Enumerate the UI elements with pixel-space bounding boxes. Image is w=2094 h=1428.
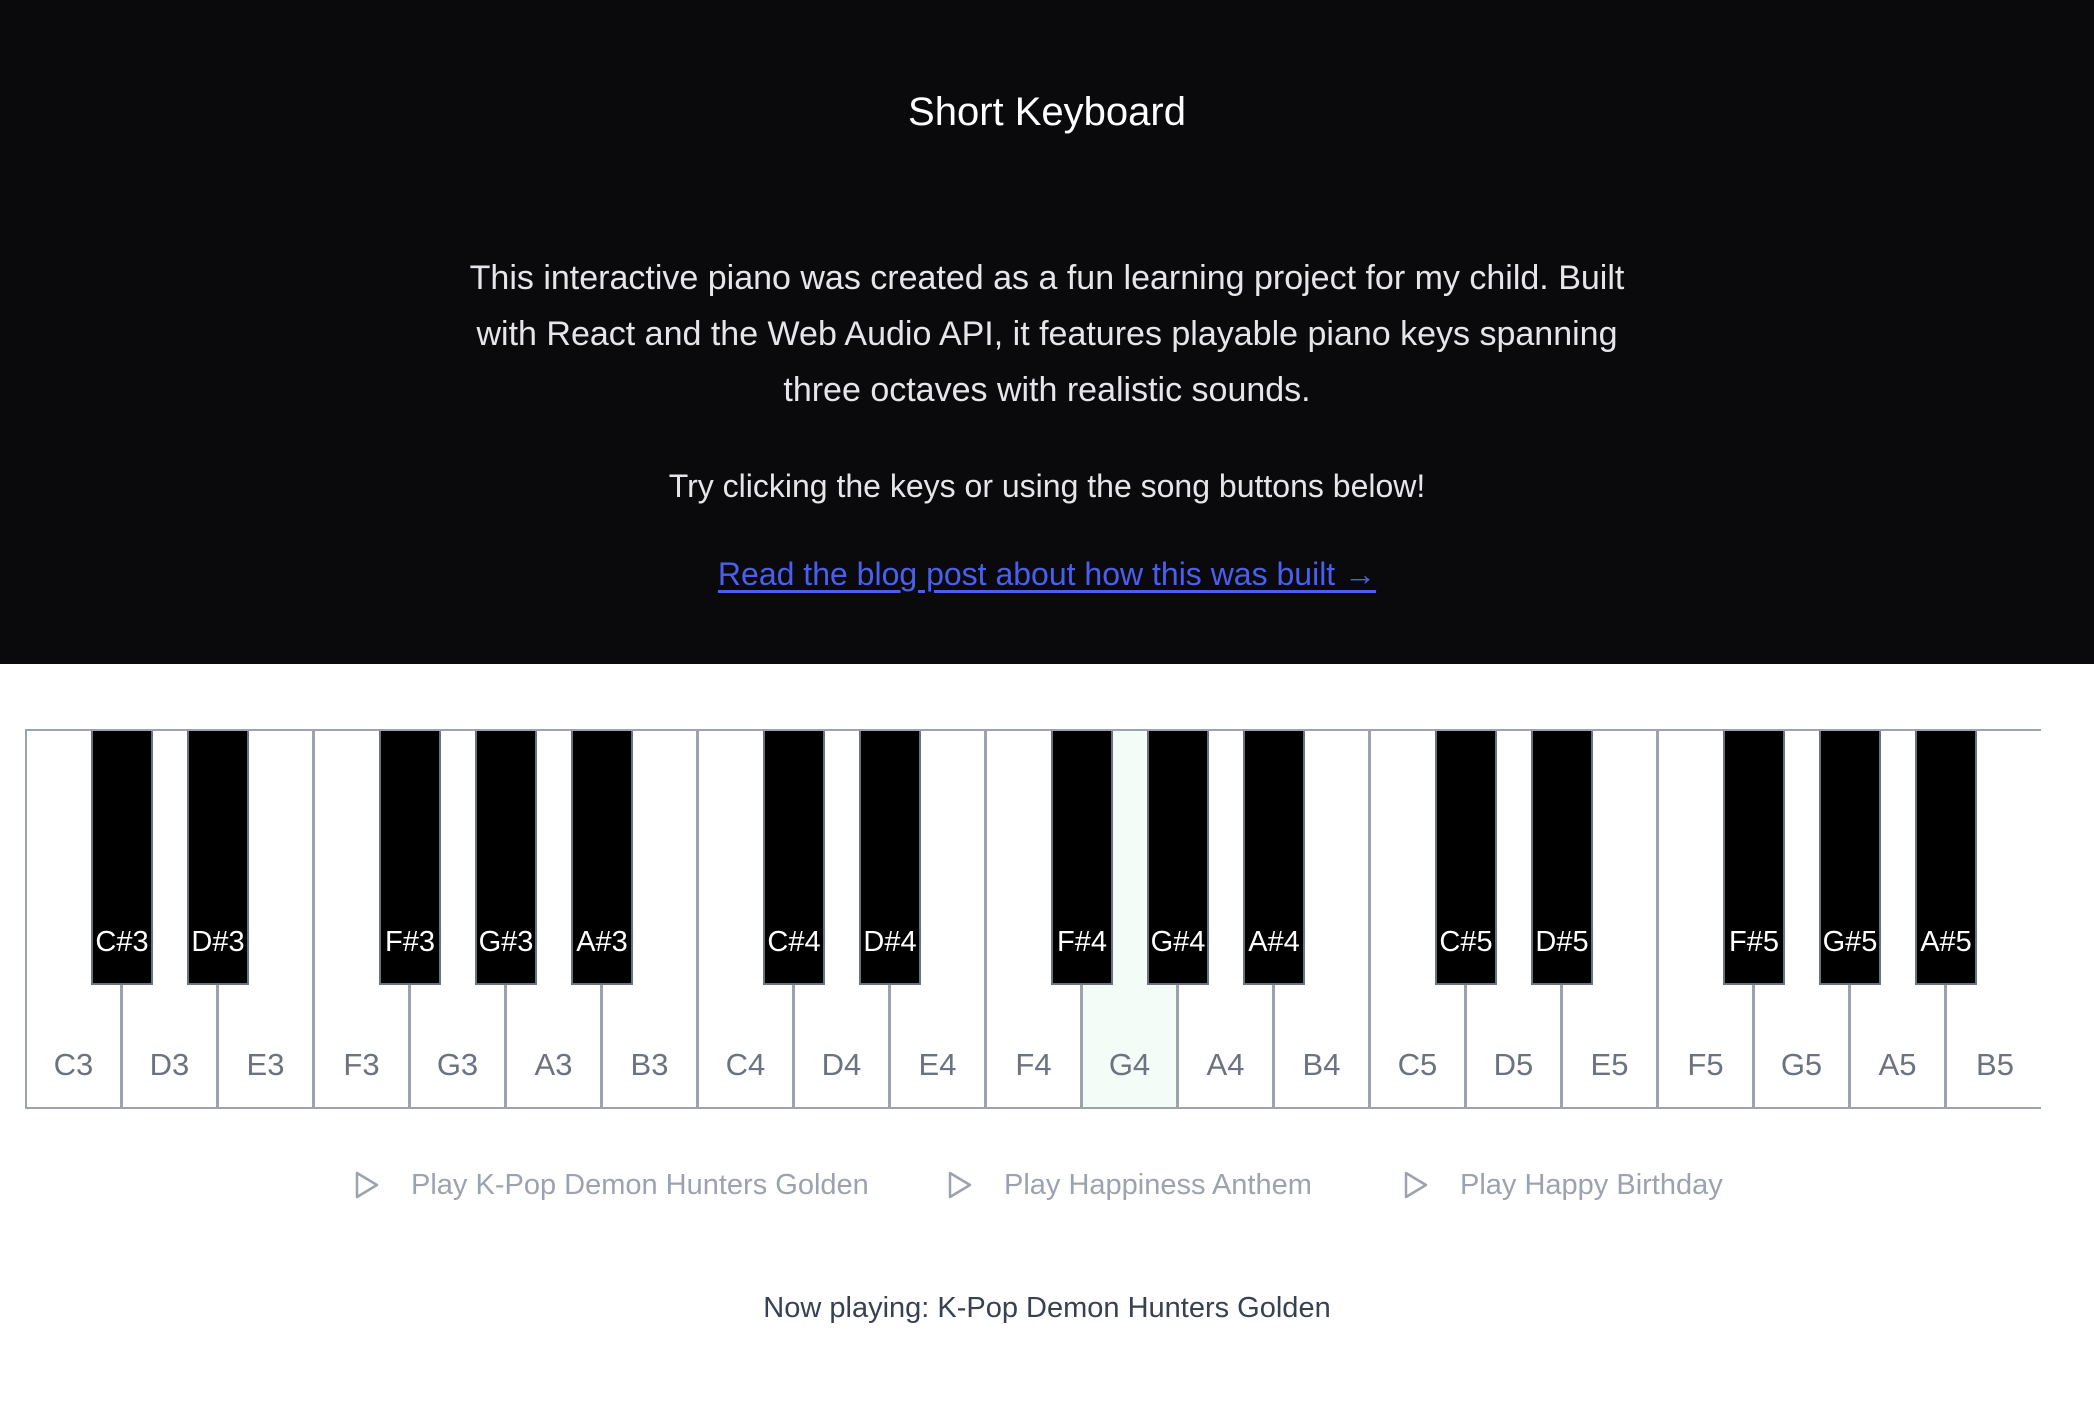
key-label: C5 xyxy=(1397,1047,1438,1082)
key-label: B5 xyxy=(1976,1047,2014,1082)
play-golden-button[interactable]: Play K-Pop Demon Hunters Golden xyxy=(355,1164,869,1206)
header: Short Keyboard This interactive piano wa… xyxy=(0,0,2094,664)
key-label: A3 xyxy=(534,1047,573,1082)
key-label: G3 xyxy=(436,1047,479,1082)
black-key-a-sharp4[interactable]: A#4 xyxy=(1243,731,1305,985)
key-label: F#5 xyxy=(1729,926,1779,958)
song-label: Play Happy Birthday xyxy=(1460,1168,1723,1201)
description: This interactive piano was created as a … xyxy=(469,259,1625,409)
black-key-d-sharp4[interactable]: D#4 xyxy=(859,731,921,985)
key-label: F#4 xyxy=(1057,926,1107,958)
play-icon xyxy=(355,1171,379,1199)
key-label: D4 xyxy=(821,1047,862,1082)
black-key-a-sharp3[interactable]: A#3 xyxy=(571,731,633,985)
key-label: A#4 xyxy=(1248,926,1300,958)
song-label: Play Happiness Anthem xyxy=(1004,1168,1312,1201)
key-label: F3 xyxy=(343,1047,380,1082)
play-icon xyxy=(1404,1171,1428,1199)
song-label: Play K-Pop Demon Hunters Golden xyxy=(411,1168,869,1201)
key-label: C4 xyxy=(725,1047,766,1082)
black-key-d-sharp3[interactable]: D#3 xyxy=(187,731,249,985)
play-happiness-anthem-button[interactable]: Play Happiness Anthem xyxy=(948,1164,1312,1206)
key-label: A#5 xyxy=(1920,926,1972,958)
black-key-g-sharp3[interactable]: G#3 xyxy=(475,731,537,985)
key-label: A#3 xyxy=(576,926,628,958)
key-label: C3 xyxy=(53,1047,94,1082)
key-label: E5 xyxy=(1590,1047,1629,1082)
key-label: B3 xyxy=(630,1047,669,1082)
key-label: F5 xyxy=(1687,1047,1724,1082)
piano-keyboard: C3 D3 E3 F3 G3 A3 B3 C4 D4 E4 F4 G4 A4 B4 C5 D5 E5 F5 G5 A5… xyxy=(25,729,2043,1109)
key-label: G5 xyxy=(1780,1047,1823,1082)
black-key-c-sharp3[interactable]: C#3 xyxy=(91,731,153,985)
key-label: C#5 xyxy=(1439,926,1493,958)
key-label: D#3 xyxy=(191,926,245,958)
key-label: D#5 xyxy=(1535,926,1589,958)
black-key-f-sharp5[interactable]: F#5 xyxy=(1723,731,1785,985)
key-label: C#4 xyxy=(767,926,821,958)
key-label: F#3 xyxy=(385,926,435,958)
hint-text: Try clicking the keys or using the song … xyxy=(668,468,1426,504)
blog-post-link[interactable]: Read the blog post about how this was bu… xyxy=(0,552,2094,596)
key-label: G#3 xyxy=(478,926,534,958)
black-key-c-sharp5[interactable]: C#5 xyxy=(1435,731,1497,985)
now-playing-text: Now playing: K-Pop Demon Hunters Golden xyxy=(763,1292,1331,1324)
key-label: A4 xyxy=(1206,1047,1245,1082)
play-icon xyxy=(948,1171,972,1199)
black-key-f-sharp3[interactable]: F#3 xyxy=(379,731,441,985)
black-key-d-sharp5[interactable]: D#5 xyxy=(1531,731,1593,985)
key-label: D5 xyxy=(1493,1047,1534,1082)
black-key-a-sharp5[interactable]: A#5 xyxy=(1915,731,1977,985)
play-happy-birthday-button[interactable]: Play Happy Birthday xyxy=(1404,1164,1723,1206)
black-key-g-sharp4[interactable]: G#4 xyxy=(1147,731,1209,985)
key-label: B4 xyxy=(1302,1047,1341,1082)
key-label: A5 xyxy=(1878,1047,1917,1082)
page-title: Short Keyboard xyxy=(908,90,1186,134)
black-key-g-sharp5[interactable]: G#5 xyxy=(1819,731,1881,985)
key-label: G4 xyxy=(1108,1047,1151,1082)
key-label: C#3 xyxy=(95,926,149,958)
key-label: D#4 xyxy=(863,926,917,958)
key-label: E4 xyxy=(918,1047,957,1082)
black-key-f-sharp4[interactable]: F#4 xyxy=(1051,731,1113,985)
key-label: G#5 xyxy=(1822,926,1878,958)
key-label: G#4 xyxy=(1150,926,1206,958)
key-label: D3 xyxy=(149,1047,190,1082)
key-label: F4 xyxy=(1015,1047,1052,1082)
black-key-c-sharp4[interactable]: C#4 xyxy=(763,731,825,985)
key-label: E3 xyxy=(246,1047,285,1082)
